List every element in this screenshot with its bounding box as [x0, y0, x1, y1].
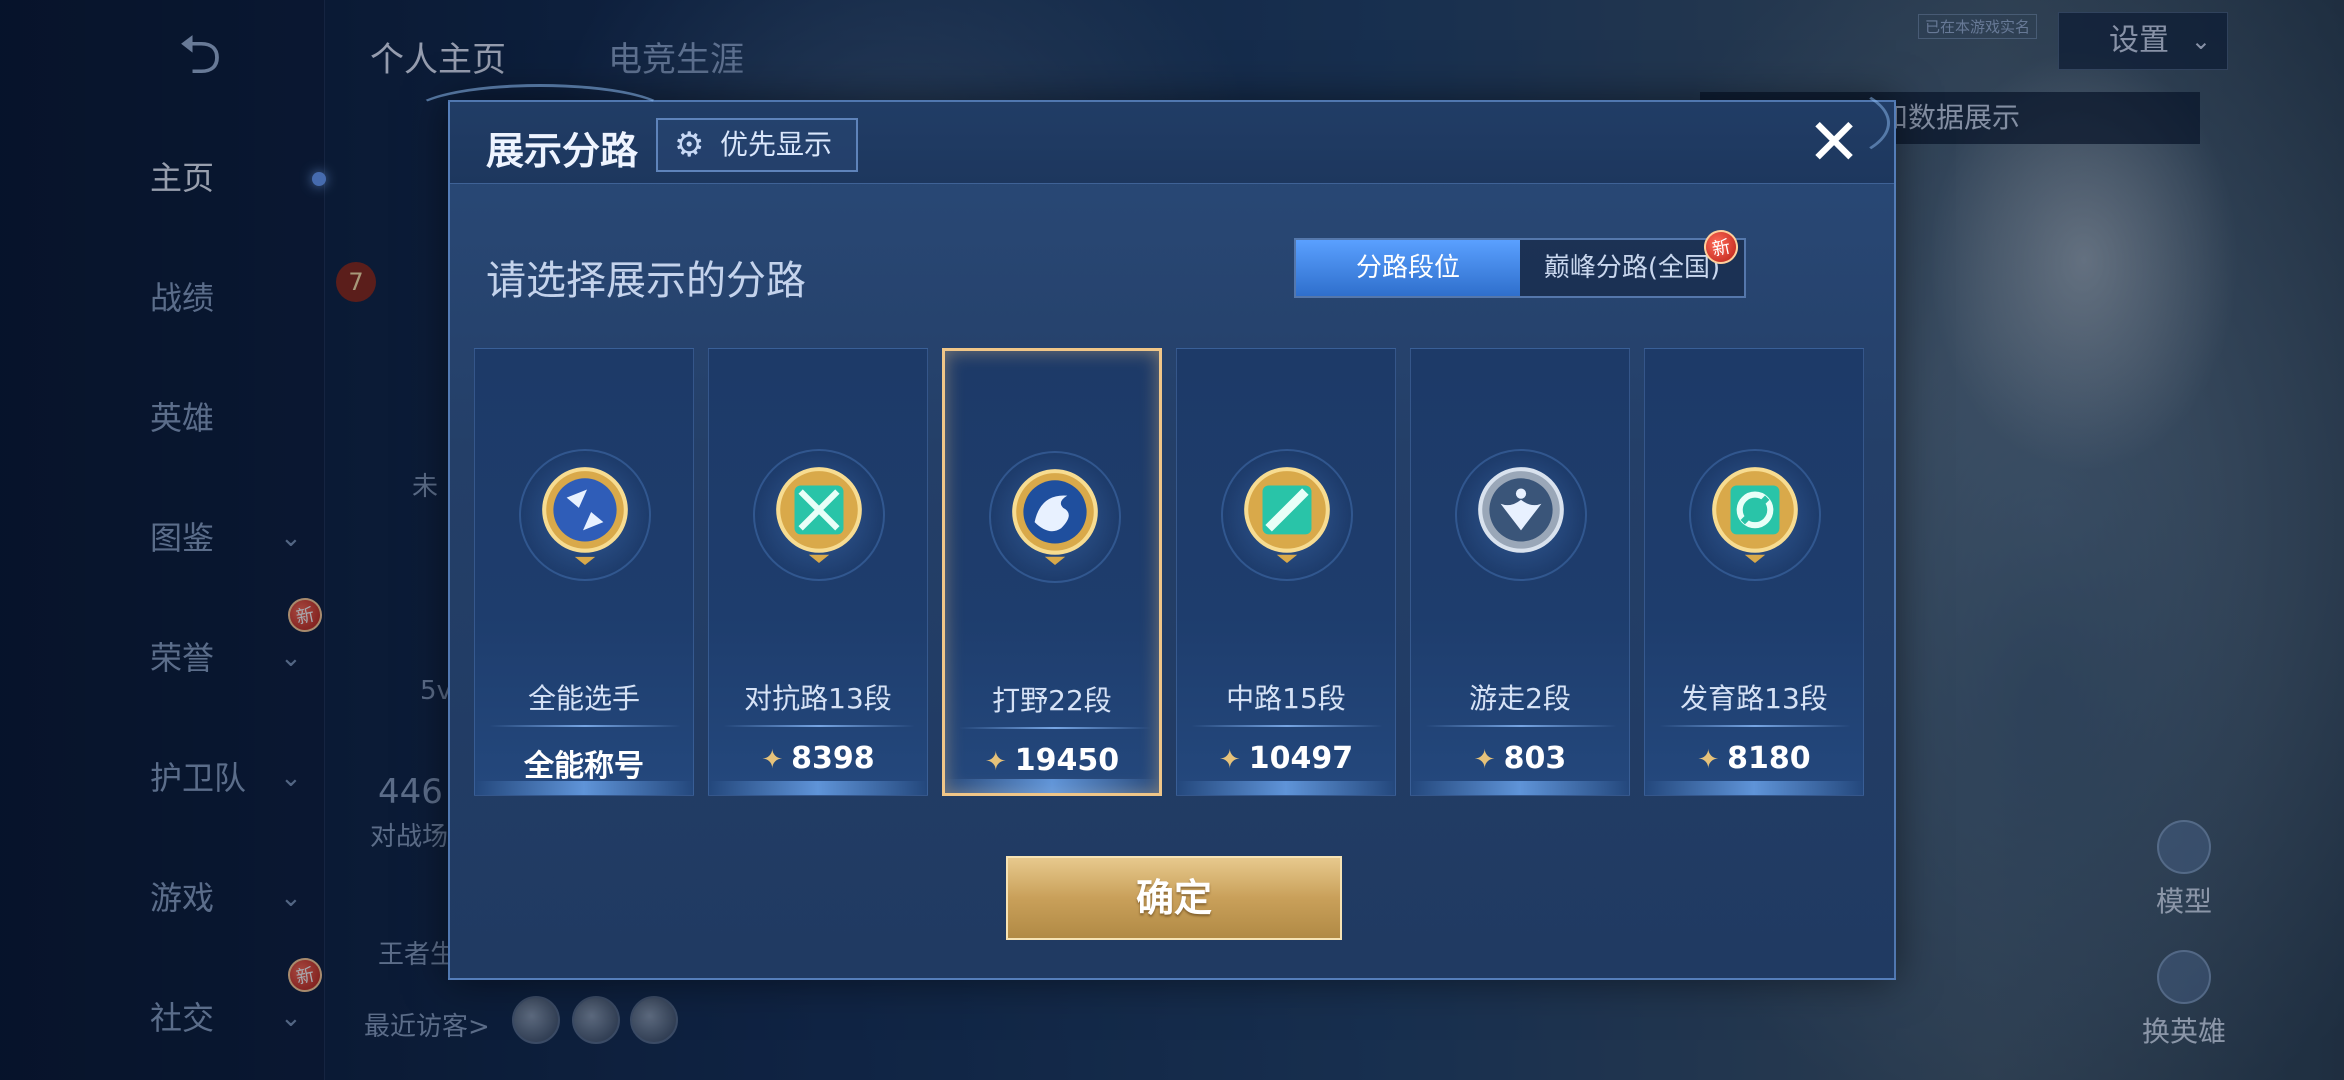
lane-points: 803: [1503, 741, 1567, 776]
divider: [489, 725, 681, 727]
lane-name: 游走2段: [1469, 682, 1571, 715]
lane-card-all-round[interactable]: 全能选手 全能称号: [474, 348, 694, 796]
gear-icon: ⚙: [674, 125, 705, 165]
lane-value-row: ✦ 8398: [709, 741, 927, 776]
clash-lane-emblem-icon: [776, 467, 862, 563]
dialog-title: 展示分路: [486, 129, 639, 173]
jungle-dragon-emblem-icon: [1012, 469, 1098, 565]
divider: [1425, 725, 1617, 727]
points-icon: ✦: [1218, 745, 1241, 775]
lane-card-farm[interactable]: 发育路13段 ✦ 8180: [1644, 348, 1864, 796]
points-icon: ✦: [984, 747, 1007, 777]
lane-value-row: ✦ 19450: [945, 743, 1159, 778]
tab-label: 巅峰分路(全国): [1543, 253, 1721, 283]
card-glow: [475, 781, 693, 795]
lane-points: 8398: [791, 741, 875, 776]
lane-name: 全能选手: [527, 682, 640, 715]
lane-display-dialog: 展示分路 ⚙ 优先显示 ✕ 请选择展示的分路 分路段位 巅峰分路(全国) 新 全…: [410, 78, 1896, 980]
priority-label: 优先显示: [720, 128, 833, 161]
lane-card-roam[interactable]: 游走2段 ✦ 803: [1410, 348, 1630, 796]
close-icon[interactable]: ✕: [1804, 111, 1864, 175]
lane-tab-group: 分路段位 巅峰分路(全国) 新: [1294, 226, 1746, 298]
lane-points: 10497: [1248, 741, 1354, 776]
divider: [723, 725, 915, 727]
card-glow: [709, 781, 927, 795]
all-round-emblem-icon: [542, 467, 628, 565]
lane-card-jungle[interactable]: 打野22段 ✦ 19450: [942, 348, 1162, 796]
card-glow: [1177, 781, 1395, 795]
lane-value-row: ✦ 8180: [1645, 741, 1863, 776]
points-icon: ✦: [1697, 745, 1720, 775]
roam-emblem-icon: [1478, 467, 1564, 553]
points-icon: ✦: [1473, 745, 1496, 775]
lane-name: 打野22段: [992, 684, 1112, 717]
lane-name: 发育路13段: [1680, 682, 1828, 715]
divider: [1659, 725, 1851, 727]
tab-lane-rank[interactable]: 分路段位: [1296, 240, 1520, 296]
select-lane-prompt: 请选择展示的分路: [486, 258, 806, 304]
lane-name: 对抗路13段: [744, 682, 892, 715]
divider: [959, 727, 1151, 729]
lane-card-mid[interactable]: 中路15段 ✦ 10497: [1176, 348, 1396, 796]
divider: [1191, 725, 1383, 727]
lane-value-row: ✦ 10497: [1177, 741, 1395, 776]
points-icon: ✦: [761, 745, 784, 775]
lane-value: 全能称号: [524, 749, 644, 784]
lane-points: 8180: [1727, 741, 1811, 776]
lane-card-clash[interactable]: 对抗路13段 ✦ 8398: [708, 348, 928, 796]
farm-lane-emblem-icon: [1712, 467, 1798, 563]
confirm-button[interactable]: 确定: [1006, 856, 1342, 940]
card-glow: [945, 779, 1159, 793]
lane-name: 中路15段: [1226, 682, 1346, 715]
lane-value-row: ✦ 803: [1411, 741, 1629, 776]
lane-points: 19450: [1014, 743, 1120, 778]
card-glow: [1645, 781, 1863, 795]
priority-display-button[interactable]: ⚙ 优先显示: [656, 118, 858, 172]
card-glow: [1411, 781, 1629, 795]
mid-lane-emblem-icon: [1244, 467, 1330, 563]
tab-peak-lane[interactable]: 巅峰分路(全国) 新: [1520, 226, 1744, 296]
